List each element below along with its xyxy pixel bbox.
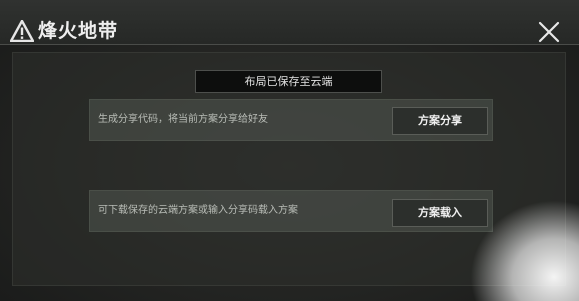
share-row: 生成分享代码，将当前方案分享给好友 方案分享	[89, 99, 493, 141]
status-banner: 布局已保存至云端	[195, 70, 382, 93]
warning-triangle-icon	[9, 19, 35, 43]
import-row: 可下载保存的云端方案或输入分享码载入方案 方案载入	[89, 190, 493, 232]
import-plan-button[interactable]: 方案载入	[392, 199, 488, 227]
dialog-title: 烽火地带	[38, 20, 119, 42]
import-description: 可下载保存的云端方案或输入分享码载入方案	[98, 205, 298, 216]
share-description: 生成分享代码，将当前方案分享给好友	[98, 114, 268, 125]
close-icon[interactable]	[536, 19, 562, 45]
dialog-screen: 烽火地带 布局已保存至云端 生成分享代码，将当前方案分享给好友 方案分享 可下载…	[0, 0, 579, 301]
share-plan-button[interactable]: 方案分享	[392, 107, 488, 135]
title-bar: 烽火地带	[0, 0, 579, 45]
